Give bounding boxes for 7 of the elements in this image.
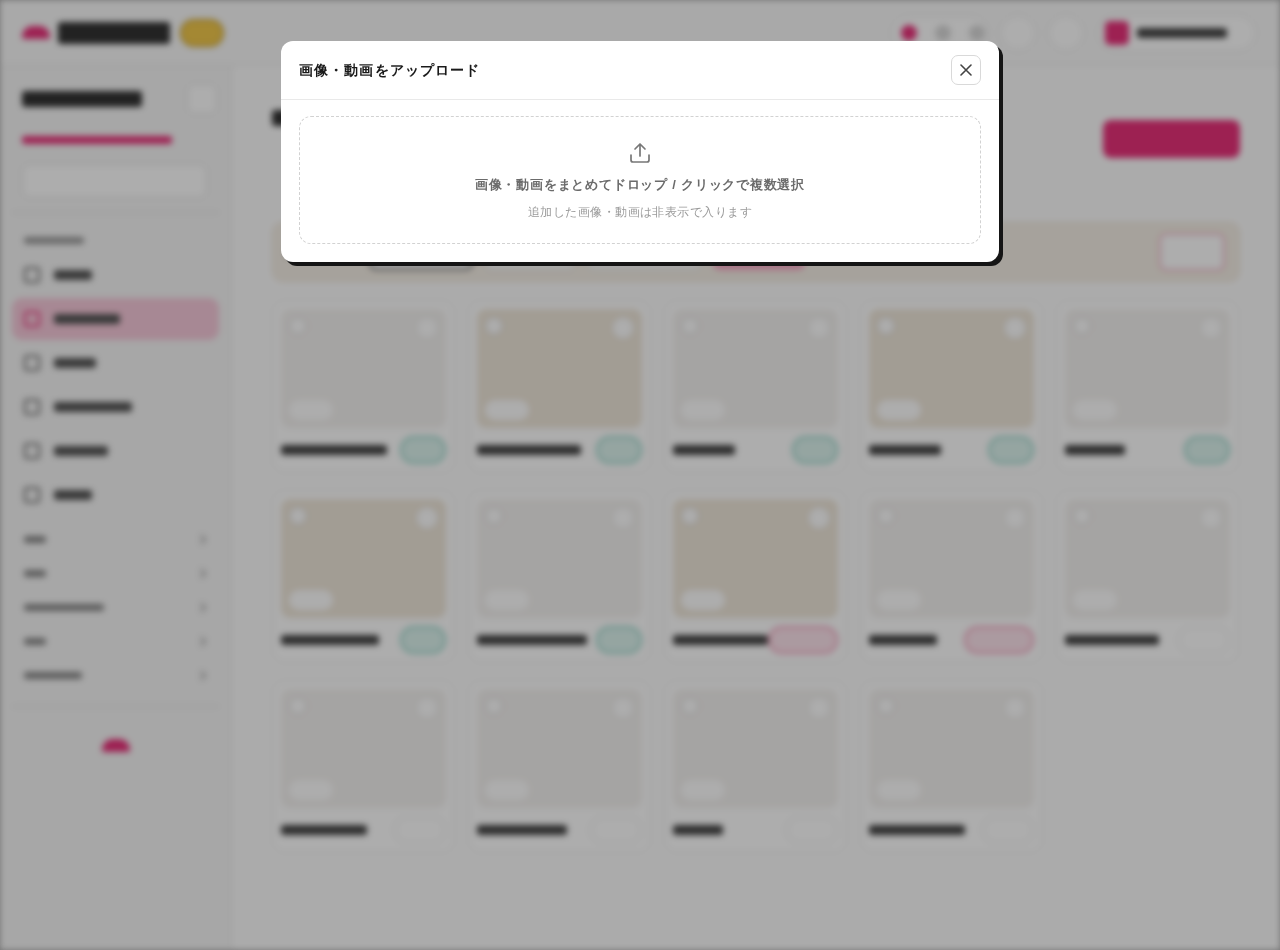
upload-icon <box>628 140 652 165</box>
drop-note-text: 追加した画像・動画は非表示で入ります <box>527 204 753 222</box>
close-icon <box>960 64 972 76</box>
upload-drop-zone[interactable]: 画像・動画をまとめてドロップ / クリックで複数選択 追加した画像・動画は非表示で入ります <box>299 116 981 244</box>
dialog-title: 画像・動画をアップロード <box>299 61 481 79</box>
close-button[interactable] <box>951 55 981 85</box>
drop-instruction-text: 画像・動画をまとめてドロップ / クリックで複数選択 <box>474 175 806 194</box>
